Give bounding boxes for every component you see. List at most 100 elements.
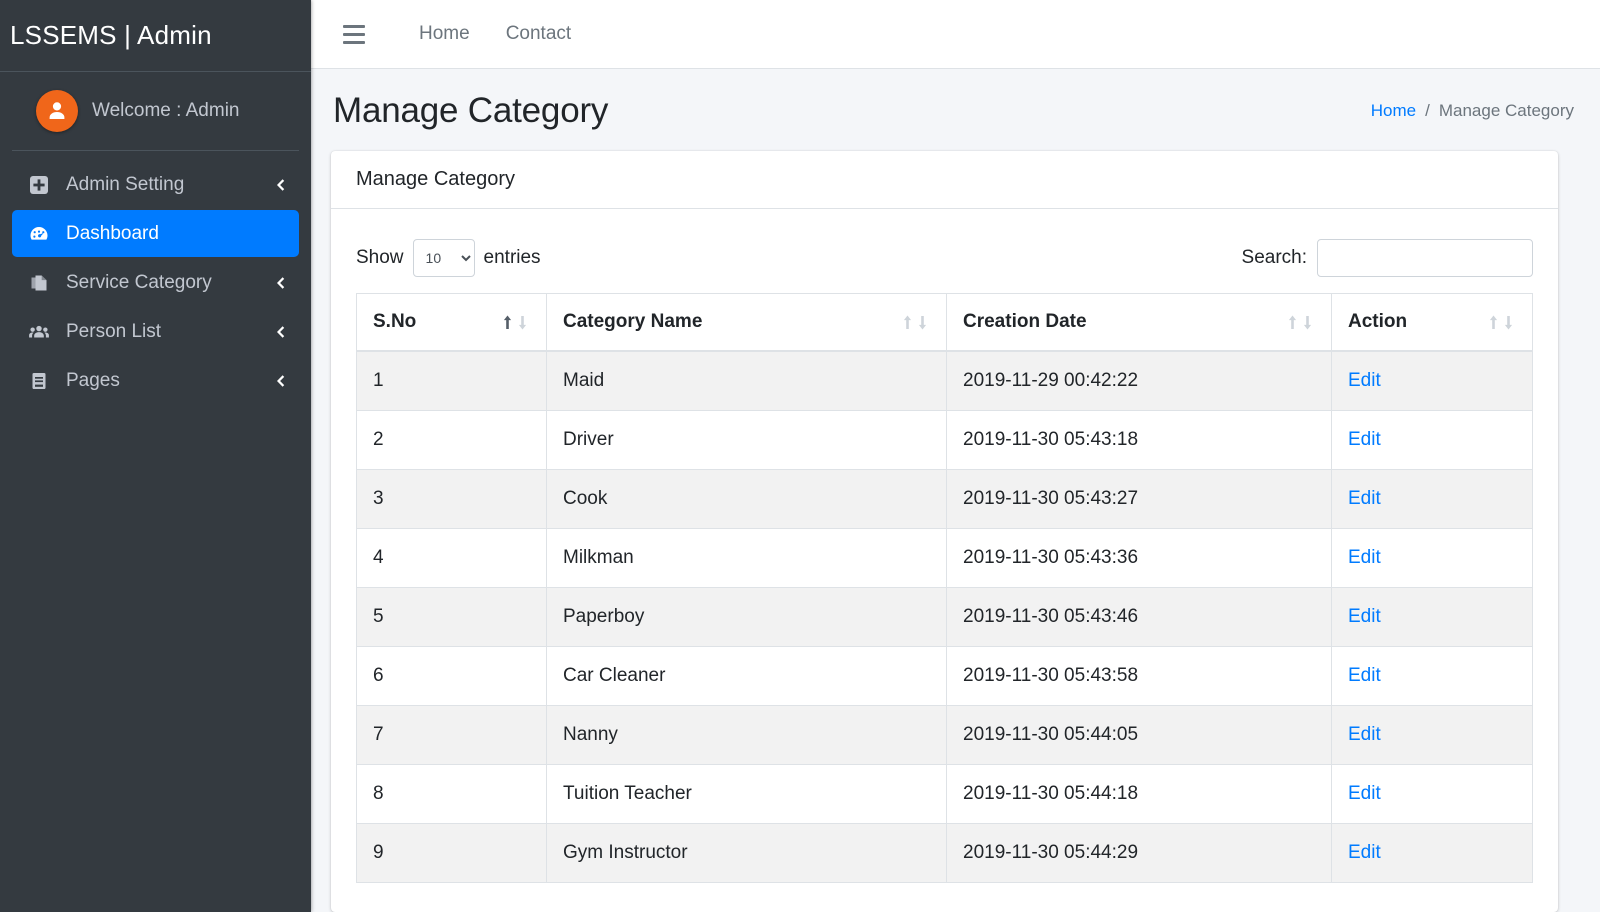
cell-category-name: Nanny [546,705,947,765]
column-label: Action [1348,311,1408,332]
table-body: 1 Maid 2019-11-29 00:42:22 Edit 2 Driver 2019-… [356,350,1533,883]
cell-sno: 7 [356,705,547,765]
column-header-action[interactable]: Action [1331,293,1533,352]
table-row: 5 Paperboy 2019-11-30 05:43:46 Edit [356,587,1533,647]
table-row: 8 Tuition Teacher 2019-11-30 05:44:18 Edit [356,764,1533,824]
table-row: 7 Nanny 2019-11-30 05:44:05 Edit [356,705,1533,765]
cell-sno: 6 [356,646,547,706]
cell-creation-date: 2019-11-29 00:42:22 [946,350,1332,411]
user-panel: Welcome : Admin [12,72,299,151]
cell-category-name: Cook [546,469,947,529]
cell-sno: 9 [356,823,547,883]
cell-creation-date: 2019-11-30 05:44:18 [946,764,1332,824]
sort-asc-icon [1489,315,1498,329]
manage-category-card: Manage Category Show 10 entries Search: [331,151,1558,912]
sidebar-nav: Admin Setting Dashboard Service Category [0,151,311,404]
page-length-control: Show 10 entries [356,239,541,277]
page-title: Manage Category [333,91,609,130]
app-root: LSSEMS | Admin Welcome : Admin Admin Set… [0,0,1600,912]
sort-arrows-icon [1285,314,1315,331]
column-header-creation-date[interactable]: Creation Date [946,293,1332,352]
topnav-link-home[interactable]: Home [401,15,488,53]
chevron-left-icon [273,276,287,290]
breadcrumb: Home / Manage Category [1371,101,1574,121]
table-head: S.No Category Name Creation Date Action [356,293,1533,352]
sidebar-item-dashboard[interactable]: Dashboard [12,210,299,257]
sidebar-item-label: Pages [66,369,120,391]
users-group-icon [26,322,52,342]
cell-creation-date: 2019-11-30 05:43:58 [946,646,1332,706]
breadcrumb-home[interactable]: Home [1371,101,1416,121]
cell-sno: 2 [356,410,547,470]
sort-asc-icon [903,315,912,329]
cell-category-name: Maid [546,350,947,411]
edit-link[interactable]: Edit [1348,547,1381,568]
cell-category-name: Driver [546,410,947,470]
search-control: Search: [1242,239,1533,277]
chevron-left-icon [273,374,287,388]
cell-category-name: Milkman [546,528,947,588]
avatar [36,90,78,132]
sidebar-item-service-category[interactable]: Service Category [12,259,299,306]
edit-link[interactable]: Edit [1348,665,1381,686]
cell-action: Edit [1331,646,1533,706]
content-header: Manage Category Home / Manage Category [311,69,1600,151]
entries-label: entries [483,247,541,268]
edit-link[interactable]: Edit [1348,724,1381,745]
cell-category-name: Car Cleaner [546,646,947,706]
sidebar-item-pages[interactable]: Pages [12,357,299,404]
cell-action: Edit [1331,469,1533,529]
edit-link[interactable]: Edit [1348,429,1381,450]
sort-desc-icon [1303,315,1312,329]
search-input[interactable] [1317,239,1533,277]
brand-header[interactable]: LSSEMS | Admin [0,0,311,72]
edit-link[interactable]: Edit [1348,488,1381,509]
table-row: 4 Milkman 2019-11-30 05:43:36 Edit [356,528,1533,588]
cell-category-name: Tuition Teacher [546,764,947,824]
cell-action: Edit [1331,705,1533,765]
cell-sno: 8 [356,764,547,824]
cell-sno: 1 [356,350,547,411]
sidebar-item-label: Service Category [66,271,212,293]
sidebar-item-label: Person List [66,320,162,342]
user-icon [49,102,65,119]
datatable-controls: Show 10 entries Search: [356,227,1533,293]
show-label: Show [356,247,404,268]
column-label: Creation Date [963,311,1087,332]
cell-action: Edit [1331,764,1533,824]
main-area: Home Contact Manage Category Home / Mana… [311,0,1600,912]
cell-creation-date: 2019-11-30 05:43:27 [946,469,1332,529]
cell-action: Edit [1331,410,1533,470]
hamburger-icon[interactable] [337,17,371,51]
column-header-sno[interactable]: S.No [356,293,547,352]
sidebar-item-label: Dashboard [66,222,159,244]
sort-arrows-icon [500,314,530,331]
user-greeting: Welcome : Admin [92,100,240,121]
cell-creation-date: 2019-11-30 05:43:46 [946,587,1332,647]
sidebar-item-admin-setting[interactable]: Admin Setting [12,161,299,208]
edit-link[interactable]: Edit [1348,842,1381,863]
page-length-select[interactable]: 10 [412,239,475,277]
cell-action: Edit [1331,823,1533,883]
card-title: Manage Category [356,168,515,190]
cell-category-name: Paperboy [546,587,947,647]
column-header-category-name[interactable]: Category Name [546,293,947,352]
category-table: S.No Category Name Creation Date Action … [356,293,1533,883]
sort-arrows-icon [1486,314,1516,331]
chevron-left-icon [273,178,287,192]
copy-files-icon [26,273,52,293]
edit-link[interactable]: Edit [1348,783,1381,804]
edit-link[interactable]: Edit [1348,370,1381,391]
chevron-left-icon [273,325,287,339]
topnav-link-contact[interactable]: Contact [488,15,589,53]
table-row: 9 Gym Instructor 2019-11-30 05:44:29 Edit [356,823,1533,883]
sort-arrows-icon [900,314,930,331]
cell-sno: 4 [356,528,547,588]
edit-link[interactable]: Edit [1348,606,1381,627]
card-header: Manage Category [331,151,1558,209]
sidebar-item-person-list[interactable]: Person List [12,308,299,355]
sidebar: LSSEMS | Admin Welcome : Admin Admin Set… [0,0,311,912]
table-row: 2 Driver 2019-11-30 05:43:18 Edit [356,410,1533,470]
breadcrumb-separator: / [1425,101,1430,120]
sort-desc-icon [1504,315,1513,329]
